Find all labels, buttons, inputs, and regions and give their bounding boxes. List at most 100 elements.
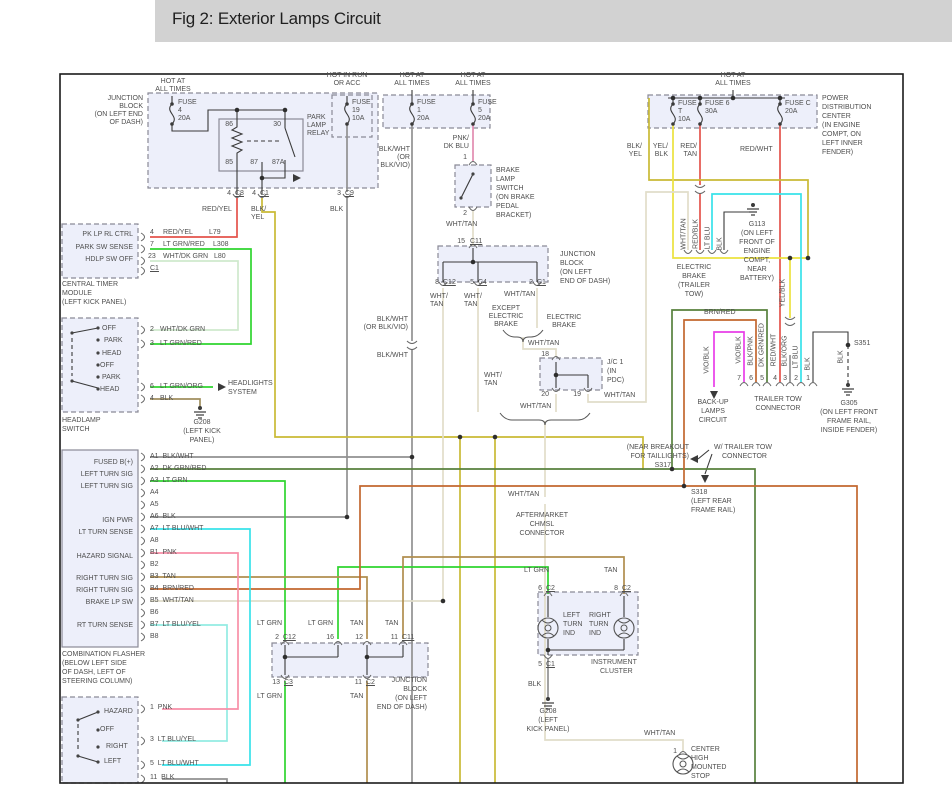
pin-connector-icon xyxy=(808,382,818,387)
junction-dot xyxy=(845,342,851,348)
wire xyxy=(150,480,286,641)
ground-icon xyxy=(846,383,850,387)
contact-dot xyxy=(96,760,100,764)
component-box xyxy=(331,94,373,138)
fuse-icon xyxy=(671,102,675,106)
wire xyxy=(697,449,710,460)
pin-connector-icon xyxy=(695,249,705,254)
brace-icon xyxy=(499,412,591,426)
junction-dot xyxy=(409,454,415,460)
contact-dot xyxy=(70,331,74,335)
pin-connector-icon xyxy=(796,382,806,387)
ground-icon xyxy=(751,203,755,207)
arrow-icon xyxy=(701,475,709,483)
fuse-icon xyxy=(345,122,349,126)
fuse-icon xyxy=(698,102,702,106)
ground-icon xyxy=(198,406,202,410)
pin-connector-icon xyxy=(762,382,772,387)
wire xyxy=(522,337,557,356)
junction-dot xyxy=(777,95,783,101)
component-box xyxy=(61,223,139,279)
contact-dot xyxy=(96,710,100,714)
pin-connector-icon xyxy=(140,704,145,714)
wire xyxy=(150,398,201,409)
junction-dot xyxy=(282,654,288,660)
fuse-icon xyxy=(471,102,475,106)
wire xyxy=(150,485,684,590)
junction-dot xyxy=(681,483,687,489)
contact-dot xyxy=(96,375,100,379)
junction-dot xyxy=(553,372,559,378)
junction-dot xyxy=(282,107,288,113)
pin-connector-icon xyxy=(140,536,145,546)
lamp-icon xyxy=(672,753,694,775)
pin-connector-icon xyxy=(232,193,242,198)
pin-connector-icon xyxy=(140,524,145,534)
junction-dot xyxy=(440,598,446,604)
junction-dot xyxy=(234,107,240,113)
pin-connector-icon xyxy=(140,608,145,618)
component-box xyxy=(537,591,639,656)
arrow-icon xyxy=(690,455,698,463)
contact-dot xyxy=(96,326,100,330)
junction-dot xyxy=(259,175,265,181)
junction-dot xyxy=(364,654,370,660)
wire xyxy=(704,453,713,475)
contact-dot xyxy=(96,728,100,732)
wire xyxy=(672,124,808,259)
pin-connector-icon xyxy=(707,249,717,254)
pin-connector-icon xyxy=(257,193,267,198)
junction-dot xyxy=(457,434,463,440)
pin-connector-icon xyxy=(342,193,352,198)
fuse-icon xyxy=(778,122,782,126)
arrow-icon xyxy=(218,383,226,391)
wire xyxy=(150,528,251,766)
wire xyxy=(150,260,239,331)
fuse-icon xyxy=(671,122,675,126)
wiring-diagram-canvas xyxy=(59,73,904,784)
pin-connector-icon xyxy=(140,488,145,498)
wire xyxy=(150,624,228,742)
brace-icon xyxy=(502,329,544,343)
pin-connector-icon xyxy=(140,584,145,594)
pin-connector-icon xyxy=(140,774,145,784)
wire xyxy=(713,331,745,387)
ground-icon xyxy=(546,697,550,701)
page-root: Fig 2: Exterior Lamps Circuit HOT AT ALL … xyxy=(0,0,952,806)
contact-dot xyxy=(96,351,100,355)
pin-connector-icon xyxy=(140,244,145,254)
fuse-icon xyxy=(471,122,475,126)
pin-connector-icon xyxy=(140,760,145,770)
pin-connector-icon xyxy=(140,512,145,522)
pin-connector-icon xyxy=(140,620,145,630)
pin-connector-icon xyxy=(140,572,145,582)
component-box xyxy=(437,245,549,283)
contact-dot xyxy=(459,196,463,200)
junction-dot xyxy=(787,255,793,261)
wire xyxy=(723,211,753,250)
pin-connector-icon xyxy=(739,382,749,387)
pin-connector-icon xyxy=(140,256,145,266)
component-box xyxy=(454,164,492,208)
wire xyxy=(150,198,238,238)
pin-connector-icon xyxy=(751,382,761,387)
fuse-icon xyxy=(410,122,414,126)
junction-dot xyxy=(344,514,350,520)
pin-connector-icon xyxy=(140,339,145,349)
fuse-icon xyxy=(170,122,174,126)
wire-break-icon xyxy=(406,340,418,350)
pin-connector-icon xyxy=(140,266,145,276)
component-box xyxy=(61,449,139,648)
arrow-icon xyxy=(710,391,718,399)
component-box xyxy=(61,696,139,784)
wire xyxy=(812,331,849,382)
contact-dot xyxy=(96,745,100,749)
pin-connector-icon xyxy=(140,596,145,606)
contact-dot xyxy=(70,379,74,383)
fuse-icon xyxy=(170,102,174,106)
pin-connector-icon xyxy=(140,560,145,570)
pin-connector-icon xyxy=(785,382,795,387)
lamp-icon xyxy=(676,755,690,773)
contact-dot xyxy=(96,363,100,367)
component-box xyxy=(539,357,603,391)
